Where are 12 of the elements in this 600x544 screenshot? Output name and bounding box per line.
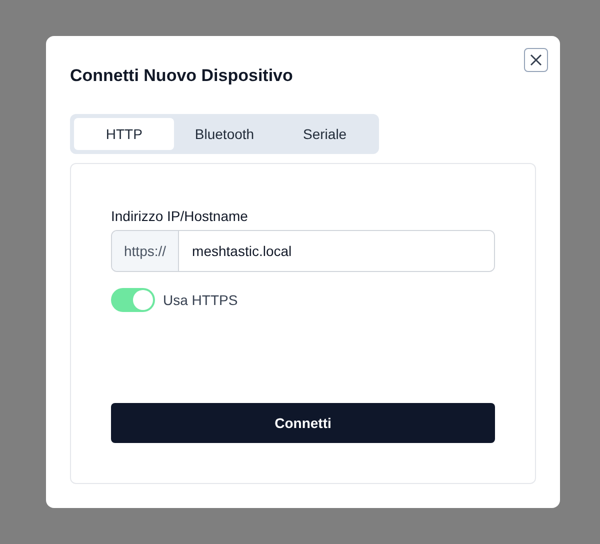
toggle-label: Usa HTTPS xyxy=(163,292,238,308)
url-prefix: https:// xyxy=(112,231,180,271)
toggle-switch[interactable] xyxy=(111,288,155,312)
dialog-title: Connetti Nuovo Dispositivo xyxy=(70,66,293,86)
tab[interactable]: Seriale xyxy=(274,118,375,150)
close-button[interactable] xyxy=(524,48,548,72)
field-label: Indirizzo IP/Hostname xyxy=(111,208,249,224)
close-icon xyxy=(530,54,542,66)
tab[interactable]: Bluetooth xyxy=(174,118,275,150)
tab[interactable]: HTTP xyxy=(74,118,174,150)
input-field[interactable]: https:// meshtastic.local xyxy=(111,230,495,272)
connect-button[interactable]: Connetti xyxy=(111,403,495,443)
